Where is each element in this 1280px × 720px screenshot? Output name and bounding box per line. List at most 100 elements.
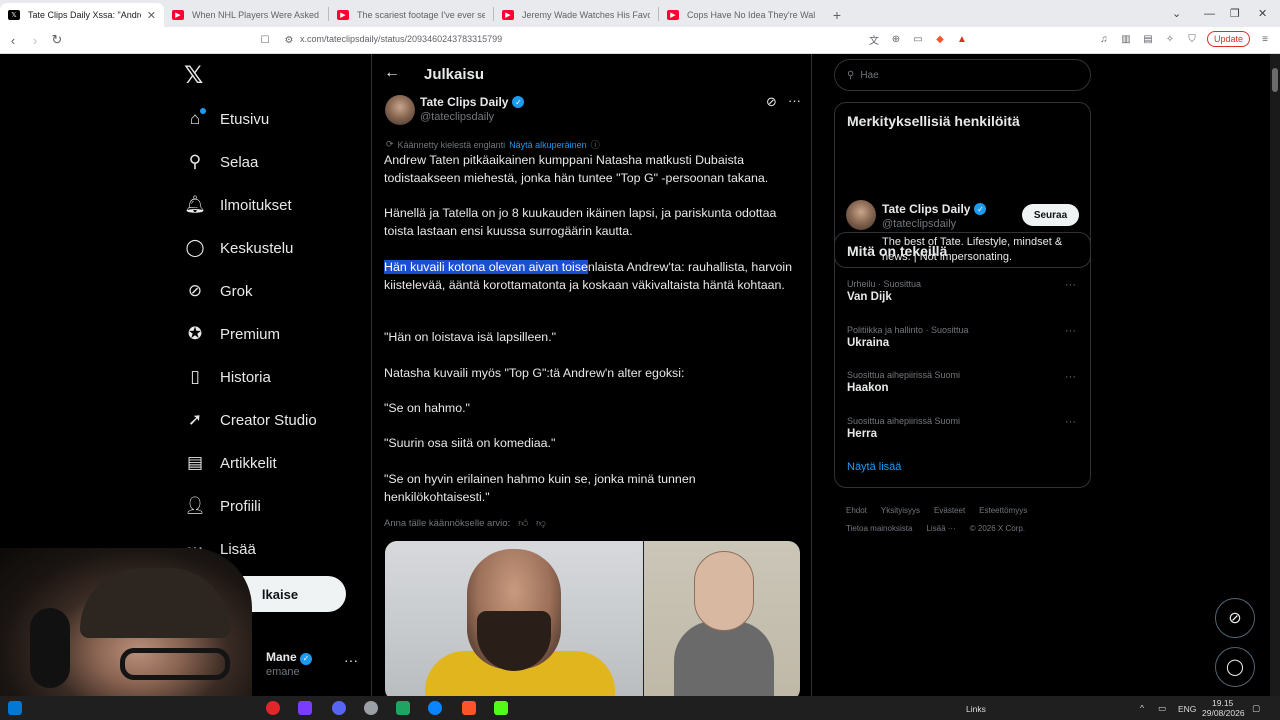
footer-link[interactable]: Evästeet bbox=[934, 506, 965, 515]
info-icon[interactable]: ⓘ bbox=[591, 138, 600, 151]
tab-search-icon[interactable]: ⌄ bbox=[1172, 0, 1181, 27]
thumbs-up-icon[interactable]: 👍︎ bbox=[518, 517, 528, 529]
card-title: Mitä on tekeillä bbox=[847, 243, 948, 259]
x-logo-icon[interactable]: 𝕏 bbox=[184, 64, 208, 88]
reload-icon[interactable]: ↻ bbox=[46, 29, 68, 51]
site-info-icon[interactable]: ⚙ bbox=[282, 33, 296, 47]
nav-item-messages[interactable]: ◯ Keskustelu bbox=[184, 233, 293, 263]
more-options-icon[interactable]: ··· bbox=[1065, 325, 1076, 337]
opera-icon[interactable] bbox=[266, 701, 280, 715]
suggested-name[interactable]: Tate Clips Daily ✓ bbox=[882, 202, 987, 216]
translate-icon[interactable]: 文 bbox=[867, 32, 881, 47]
nav-item-bookmarks[interactable]: ▯ Historia bbox=[184, 362, 271, 392]
grok-fab-icon[interactable]: ⊘ bbox=[1215, 598, 1255, 638]
brave-icon[interactable] bbox=[462, 701, 476, 715]
more-options-icon[interactable]: ··· bbox=[1065, 279, 1076, 291]
show-original-link[interactable]: Näytä alkuperäinen bbox=[509, 140, 587, 150]
windows-start-icon[interactable] bbox=[8, 701, 22, 715]
rocket-icon: ➚ bbox=[187, 410, 203, 429]
menu-icon[interactable]: ≡ bbox=[1258, 32, 1272, 46]
vpn-icon[interactable]: ⛉ bbox=[1185, 32, 1199, 46]
edge-icon[interactable] bbox=[428, 701, 442, 715]
footer-link[interactable]: Yksityisyys bbox=[881, 506, 920, 515]
footer-link[interactable]: Esteettömyys bbox=[979, 506, 1027, 515]
trend-name[interactable]: Herra bbox=[847, 428, 877, 440]
browser-tab-2[interactable]: ▶ The scariest footage I've ever seen bbox=[329, 3, 493, 27]
browser-tab-4[interactable]: ▶ Cops Have No Idea They're Walking bbox=[659, 3, 823, 27]
clock-time[interactable]: 19.15 bbox=[1212, 698, 1233, 708]
show-more-link[interactable]: Näytä lisää bbox=[847, 461, 901, 473]
notification-center-icon[interactable]: ▢ bbox=[1252, 703, 1260, 714]
back-arrow-icon[interactable]: ← bbox=[384, 64, 400, 82]
brave-rewards-icon[interactable]: ▲ bbox=[955, 32, 969, 46]
browser-tab-3[interactable]: ▶ Jeremy Wade Watches His Favourite bbox=[494, 3, 658, 27]
nav-item-articles[interactable]: ▤ Artikkelit bbox=[184, 448, 277, 478]
app-icon[interactable] bbox=[364, 701, 378, 715]
footer-link[interactable]: Lisää ··· bbox=[926, 524, 955, 533]
trend-name[interactable]: Van Dijk bbox=[847, 291, 892, 303]
new-tab-button[interactable]: + bbox=[823, 3, 851, 27]
bell-icon: 🔔︎ bbox=[184, 195, 206, 214]
music-icon[interactable]: ♫ bbox=[1097, 32, 1111, 46]
sidebar-icon[interactable]: ▥ bbox=[1119, 32, 1133, 46]
cast-icon[interactable]: ▭ bbox=[911, 32, 925, 46]
trend-name[interactable]: Haakon bbox=[847, 382, 889, 394]
more-options-icon[interactable]: ··· bbox=[1065, 416, 1076, 428]
suggested-handle[interactable]: @tateclipsdaily bbox=[882, 218, 956, 230]
links-toolbar[interactable]: Links bbox=[966, 704, 986, 714]
nav-item-grok[interactable]: ⊘ Grok bbox=[184, 276, 253, 306]
back-icon[interactable]: ‹ bbox=[2, 29, 24, 51]
sketch-panel bbox=[644, 541, 800, 701]
wallet-icon[interactable]: ▤ bbox=[1141, 32, 1155, 46]
minimize-icon[interactable]: — bbox=[1204, 0, 1215, 27]
more-options-icon[interactable]: ··· bbox=[344, 652, 358, 668]
footer-link[interactable]: Tietoa mainoksista bbox=[846, 524, 912, 533]
window-close-icon[interactable]: ✕ bbox=[1258, 0, 1267, 27]
grok-icon[interactable]: ⊘ bbox=[766, 94, 777, 110]
update-button[interactable]: Update bbox=[1206, 31, 1250, 47]
nav-item-home[interactable]: ⌂ Etusivu bbox=[184, 104, 269, 134]
language-indicator[interactable]: ENG bbox=[1178, 704, 1196, 714]
page-scrollbar[interactable] bbox=[1270, 54, 1280, 696]
verified-badge-icon: ✓ bbox=[300, 652, 313, 665]
browser-tab-0[interactable]: 𝕏 Tate Clips Daily Xssa: "Andrew Ta ✕ bbox=[0, 3, 164, 27]
messages-fab-icon[interactable]: ◯ bbox=[1215, 647, 1255, 687]
thumbs-down-icon[interactable]: 👎︎ bbox=[536, 517, 546, 529]
network-icon[interactable]: ▭ bbox=[1158, 703, 1166, 714]
bookmark-page-icon[interactable]: ☐ bbox=[258, 33, 272, 47]
nav-item-premium[interactable]: ✪ Premium bbox=[184, 319, 280, 349]
tab-title: Jeremy Wade Watches His Favourite bbox=[522, 10, 650, 20]
suggested-avatar[interactable] bbox=[846, 200, 876, 230]
footer-link[interactable]: Ehdot bbox=[846, 506, 867, 515]
browser-tab-1[interactable]: ▶ When NHL Players Were Asked about bbox=[164, 3, 328, 27]
app-icon[interactable] bbox=[396, 701, 410, 715]
trend-name[interactable]: Ukraina bbox=[847, 337, 889, 349]
close-icon[interactable]: ✕ bbox=[147, 9, 156, 22]
app-icon[interactable] bbox=[298, 701, 312, 715]
extensions-icon[interactable]: ✧ bbox=[1163, 32, 1177, 46]
discord-icon[interactable] bbox=[332, 701, 346, 715]
author-avatar[interactable] bbox=[385, 95, 415, 125]
author-name[interactable]: Tate Clips Daily ✓ bbox=[420, 95, 525, 109]
tray-chevron-icon[interactable]: ^ bbox=[1140, 703, 1144, 713]
post-media-image[interactable] bbox=[385, 541, 800, 701]
more-options-icon[interactable]: ··· bbox=[788, 93, 801, 108]
maximize-icon[interactable]: ❐ bbox=[1230, 0, 1240, 27]
selected-text: Hän kuvaili kotona olevan aivan toise bbox=[384, 260, 588, 274]
scrollbar-thumb[interactable] bbox=[1272, 68, 1278, 92]
search-input[interactable]: ⚲ Hae bbox=[834, 59, 1091, 91]
clock-date[interactable]: 29/08/2026 bbox=[1202, 708, 1245, 718]
nav-item-notifications[interactable]: 🔔︎ Ilmoitukset bbox=[184, 190, 292, 220]
more-options-icon[interactable]: ··· bbox=[1065, 371, 1076, 383]
author-handle[interactable]: @tateclipsdaily bbox=[420, 111, 494, 123]
follow-button[interactable]: Seuraa bbox=[1022, 204, 1079, 226]
brave-shield-icon[interactable]: ◆ bbox=[933, 32, 947, 46]
kick-icon[interactable] bbox=[494, 701, 508, 715]
nav-item-profile[interactable]: 👤︎ Profiili bbox=[184, 491, 261, 521]
post-paragraph: Andrew Taten pitkäaikainen kumppani Nata… bbox=[384, 153, 769, 185]
nav-item-explore[interactable]: ⚲ Selaa bbox=[184, 147, 259, 177]
zoom-icon[interactable]: ⊕ bbox=[889, 32, 903, 46]
nav-item-creator-studio[interactable]: ➚ Creator Studio bbox=[184, 405, 317, 435]
url-field[interactable]: x.com/tateclipsdaily/status/209346024378… bbox=[300, 34, 502, 44]
forward-icon[interactable]: › bbox=[24, 29, 46, 51]
